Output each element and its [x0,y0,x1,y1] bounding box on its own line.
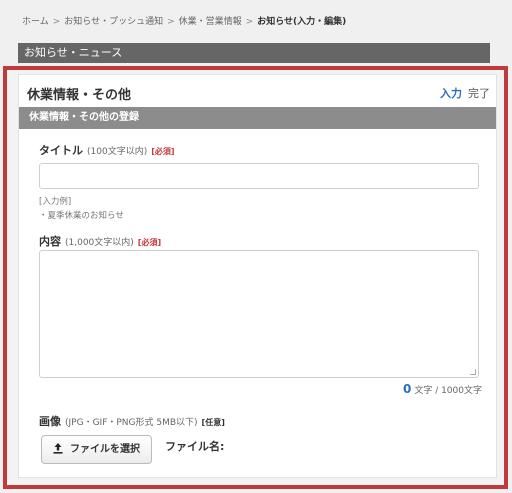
title-example: [入力例] ・夏季休業のお知らせ [39,195,124,223]
breadcrumb-current: お知らせ(入力・編集) [257,17,347,27]
choose-file-label: ファイルを選択 [70,444,140,455]
breadcrumb-home[interactable]: ホーム [22,17,49,27]
breadcrumb-notifications[interactable]: お知らせ・プッシュ通知 [64,17,163,27]
breadcrumb-separator: > [52,17,61,27]
filename-label: ファイル名: [165,440,225,453]
character-count: 0 [402,382,412,396]
step-done: 完了 [468,87,490,100]
content-field-label: 内容 (1,000文字以内) [必須] [39,233,161,249]
title-input[interactable] [39,163,479,189]
content-textarea[interactable] [39,250,479,378]
upload-icon [53,443,63,454]
resize-grip-icon[interactable] [470,369,476,375]
news-section-header: お知らせ・ニュース [18,43,490,63]
breadcrumb-separator: > [245,17,254,27]
content-required-badge: [必須] [137,238,162,247]
image-optional-badge: [任意] [201,418,225,427]
step-indicator: 入力 完了 [440,85,490,101]
title-field-label: タイトル (100文字以内) [必須] [39,142,175,158]
image-field-label: 画像 (JPG・GIF・PNG形式 5MB以下) [任意] [39,413,225,429]
image-hint: (JPG・GIF・PNG形式 5MB以下) [65,418,198,428]
breadcrumb-business-info[interactable]: 休業・営業情報 [179,17,242,27]
image-label-text: 画像 [39,415,61,428]
breadcrumb: ホーム > お知らせ・プッシュ通知 > 休業・営業情報 > お知らせ(入力・編集) [22,14,346,27]
panel-header: 休業情報・その他 入力 完了 [19,75,496,107]
page-title: 休業情報・その他 [27,88,132,103]
title-hint: (100文字以内) [87,147,148,157]
title-label-text: タイトル [39,144,83,157]
character-limit: 文字 / 1000文字 [414,386,482,396]
title-required-badge: [必須] [151,147,175,156]
example-heading: [入力例] [39,197,72,207]
highlight-frame: 休業情報・その他 入力 完了 休業情報・その他の登録 タイトル (100文字以内)[… [3,66,508,489]
character-counter: 0 文字 / 1000文字 [403,382,482,396]
content-hint: (1,000文字以内) [65,238,134,248]
content-label-text: 内容 [39,235,61,248]
section-header: 休業情報・その他の登録 [19,107,496,129]
step-input: 入力 [440,87,462,100]
breadcrumb-separator: > [167,17,175,27]
example-text: ・夏季休業のお知らせ [39,211,124,221]
form-panel: 休業情報・その他 入力 完了 休業情報・その他の登録 タイトル (100文字以内)[… [18,74,497,478]
choose-file-button[interactable]: ファイルを選択 [41,435,152,464]
